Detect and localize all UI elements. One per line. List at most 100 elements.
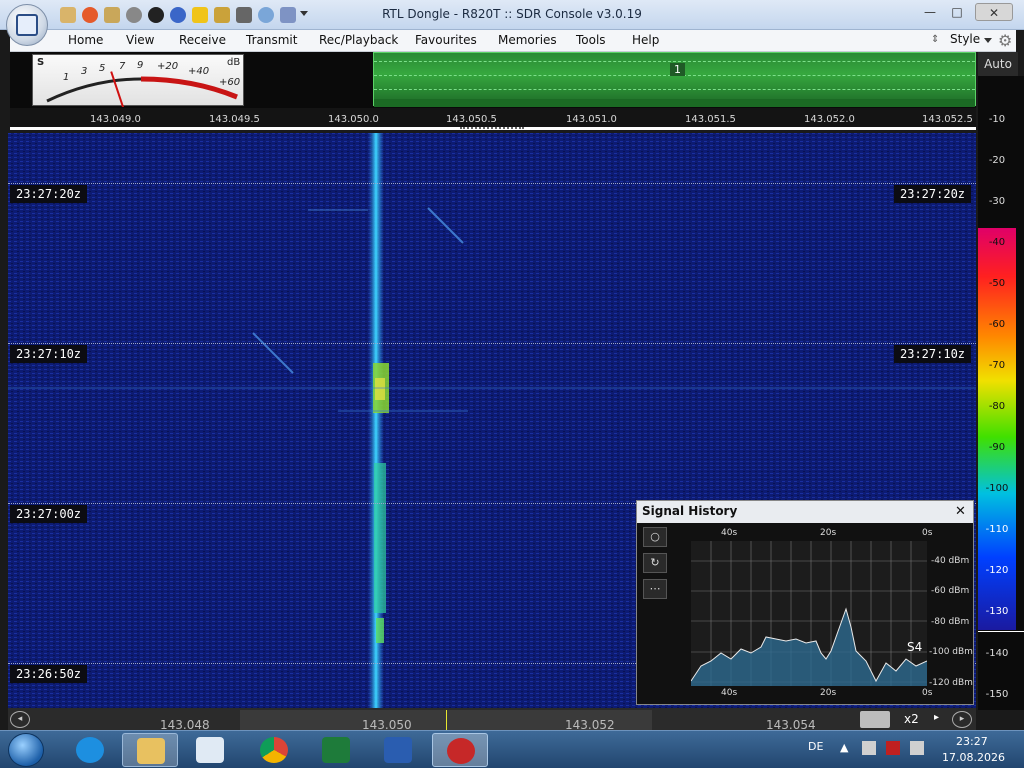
scale-label: -100	[985, 483, 1009, 494]
title-bar: RTL Dongle - R820T :: SDR Console v3.0.1…	[0, 0, 1024, 30]
application-menu-button[interactable]	[6, 4, 48, 46]
scale-label: -70	[988, 360, 1006, 371]
history-more-button[interactable]: ⋯	[643, 579, 667, 599]
scale-label: -120	[985, 565, 1009, 576]
auto-scale-button[interactable]: Auto	[978, 52, 1018, 76]
history-x-bottom-label: 20s	[820, 688, 837, 698]
signal-history-close-button[interactable]: ✕	[955, 504, 966, 519]
style-dropdown-icon[interactable]	[984, 38, 992, 43]
menu-rec-playback[interactable]: Rec/Playback	[319, 33, 398, 47]
tray-icon[interactable]	[886, 741, 900, 755]
scroll-left-button[interactable]: ◂	[10, 711, 30, 728]
signal-history-title: Signal History	[637, 501, 973, 523]
scale-label: -50	[988, 278, 1006, 289]
zoom-level[interactable]: x2	[904, 712, 919, 726]
menu-bar: Home View Receive Transmit Rec/Playback …	[10, 30, 1016, 52]
internet-explorer-icon	[76, 737, 104, 763]
history-x-bottom-label: 0s	[922, 688, 933, 698]
scale-label: -10	[988, 114, 1006, 125]
menu-receive[interactable]: Receive	[179, 33, 226, 47]
minimize-button[interactable]: —	[917, 3, 943, 21]
history-record-button[interactable]: ○	[643, 527, 667, 547]
signal-level-scale[interactable]: -10 -20 -30 -40 -50 -60 -70 -80 -90 -100…	[978, 76, 1024, 710]
frequency-axis[interactable]: 143.049.0 143.049.5 143.050.0 143.050.5 …	[10, 108, 976, 130]
chrome-icon	[260, 737, 288, 763]
vfo-marker[interactable]: 1	[670, 63, 685, 76]
freq-tick-label: 143.051.5	[685, 114, 736, 125]
menu-home[interactable]: Home	[68, 33, 103, 47]
freq-tick-label: 143.052.5	[922, 114, 973, 125]
menu-tools[interactable]: Tools	[576, 33, 606, 47]
freq-tick-label: 143.052.0	[804, 114, 855, 125]
language-indicator[interactable]: DE	[808, 740, 823, 753]
taskbar-media-player[interactable]	[182, 733, 238, 767]
settings-gear-icon[interactable]: ⚙	[998, 31, 1012, 50]
menu-favourites[interactable]: Favourites	[415, 33, 477, 47]
freq-tick-label: 143.049.5	[209, 114, 260, 125]
taskbar-word[interactable]	[370, 733, 426, 767]
timestamp-right: 23:27:10z	[894, 345, 972, 363]
scale-label: -150	[985, 689, 1009, 700]
excel-icon	[322, 737, 350, 763]
menu-transmit[interactable]: Transmit	[246, 33, 297, 47]
timestamp-right: 23:27:20z	[894, 185, 972, 203]
timestamp-left: 23:27:20z	[10, 185, 88, 203]
freq-tick-label: 143.051.0	[566, 114, 617, 125]
history-reset-button[interactable]: ↻	[643, 553, 667, 573]
style-menu[interactable]: Style	[950, 32, 980, 46]
menu-help[interactable]: Help	[632, 33, 659, 47]
timestamp-left: 23:27:00z	[10, 505, 88, 523]
keyboard-icon[interactable]	[860, 711, 890, 728]
close-button[interactable]: ✕	[975, 3, 1013, 21]
s-meter-needle	[110, 71, 125, 107]
taskbar-chrome[interactable]	[246, 733, 302, 767]
signal-history-panel: Signal History ✕ ○ ↻ ⋯ 40s 20s 0s 40s 20…	[636, 500, 974, 705]
taskbar-internet-explorer[interactable]	[62, 733, 118, 767]
taskbar-excel[interactable]	[308, 733, 364, 767]
freq-tick-label: 143.050.0	[328, 114, 379, 125]
bottom-cursor	[446, 710, 447, 730]
meter-area: S dB 1 3 5 7 9 +20 +40 +60 1	[10, 52, 976, 108]
timestamp-left: 23:26:50z	[10, 665, 88, 683]
scale-label: -80	[988, 401, 1006, 412]
history-y-label: -80 dBm	[931, 617, 970, 627]
history-x-bottom-label: 40s	[721, 688, 738, 698]
maximize-button[interactable]: □	[944, 3, 970, 21]
menu-view[interactable]: View	[126, 33, 154, 47]
history-x-top-label: 0s	[922, 528, 933, 538]
freq-tick-label: 143.050.5	[446, 114, 497, 125]
history-y-label: -60 dBm	[931, 586, 970, 596]
scale-label: -130	[985, 606, 1009, 617]
signal-history-plot	[691, 541, 927, 686]
history-x-top-label: 40s	[721, 528, 738, 538]
show-hidden-icons-icon[interactable]: ▲	[840, 741, 848, 754]
time-gridline	[8, 183, 976, 184]
taskbar-file-explorer[interactable]	[122, 733, 178, 767]
history-y-label: -120 dBm	[929, 678, 973, 688]
network-icon[interactable]	[910, 741, 924, 755]
style-chevron-icon[interactable]: ⇕	[931, 34, 939, 45]
splitter-handle[interactable]	[460, 127, 524, 129]
timestamp-left: 23:27:10z	[10, 345, 88, 363]
freq-tick-label: 143.049.0	[90, 114, 141, 125]
word-icon	[384, 737, 412, 763]
s-meter-dial	[46, 71, 238, 107]
scale-label: -60	[988, 319, 1006, 330]
folder-icon	[137, 738, 165, 764]
taskbar-sdr-console[interactable]	[432, 733, 488, 767]
bottom-frequency-bar[interactable]: ◂ 143.048 143.050 143.052 143.054 x2 ▸ ▸	[8, 708, 976, 732]
app-logo-icon	[16, 14, 38, 36]
clock-time[interactable]: 23:27	[956, 735, 988, 748]
scroll-right-button[interactable]: ▸	[952, 711, 972, 728]
clock-date[interactable]: 17.08.2026	[942, 751, 1005, 764]
history-y-label: -100 dBm	[929, 647, 973, 657]
windows-taskbar: DE ▲ 23:27 17.08.2026	[0, 730, 1024, 768]
scale-label: -40	[988, 237, 1006, 248]
history-s-reading: S4	[907, 640, 923, 654]
spectrum-display[interactable]: 1	[373, 52, 976, 107]
tray-icon[interactable]	[862, 741, 876, 755]
menu-memories[interactable]: Memories	[498, 33, 557, 47]
start-button[interactable]	[8, 733, 44, 767]
scale-label: -30	[988, 196, 1006, 207]
zoom-next-icon[interactable]: ▸	[934, 712, 939, 723]
